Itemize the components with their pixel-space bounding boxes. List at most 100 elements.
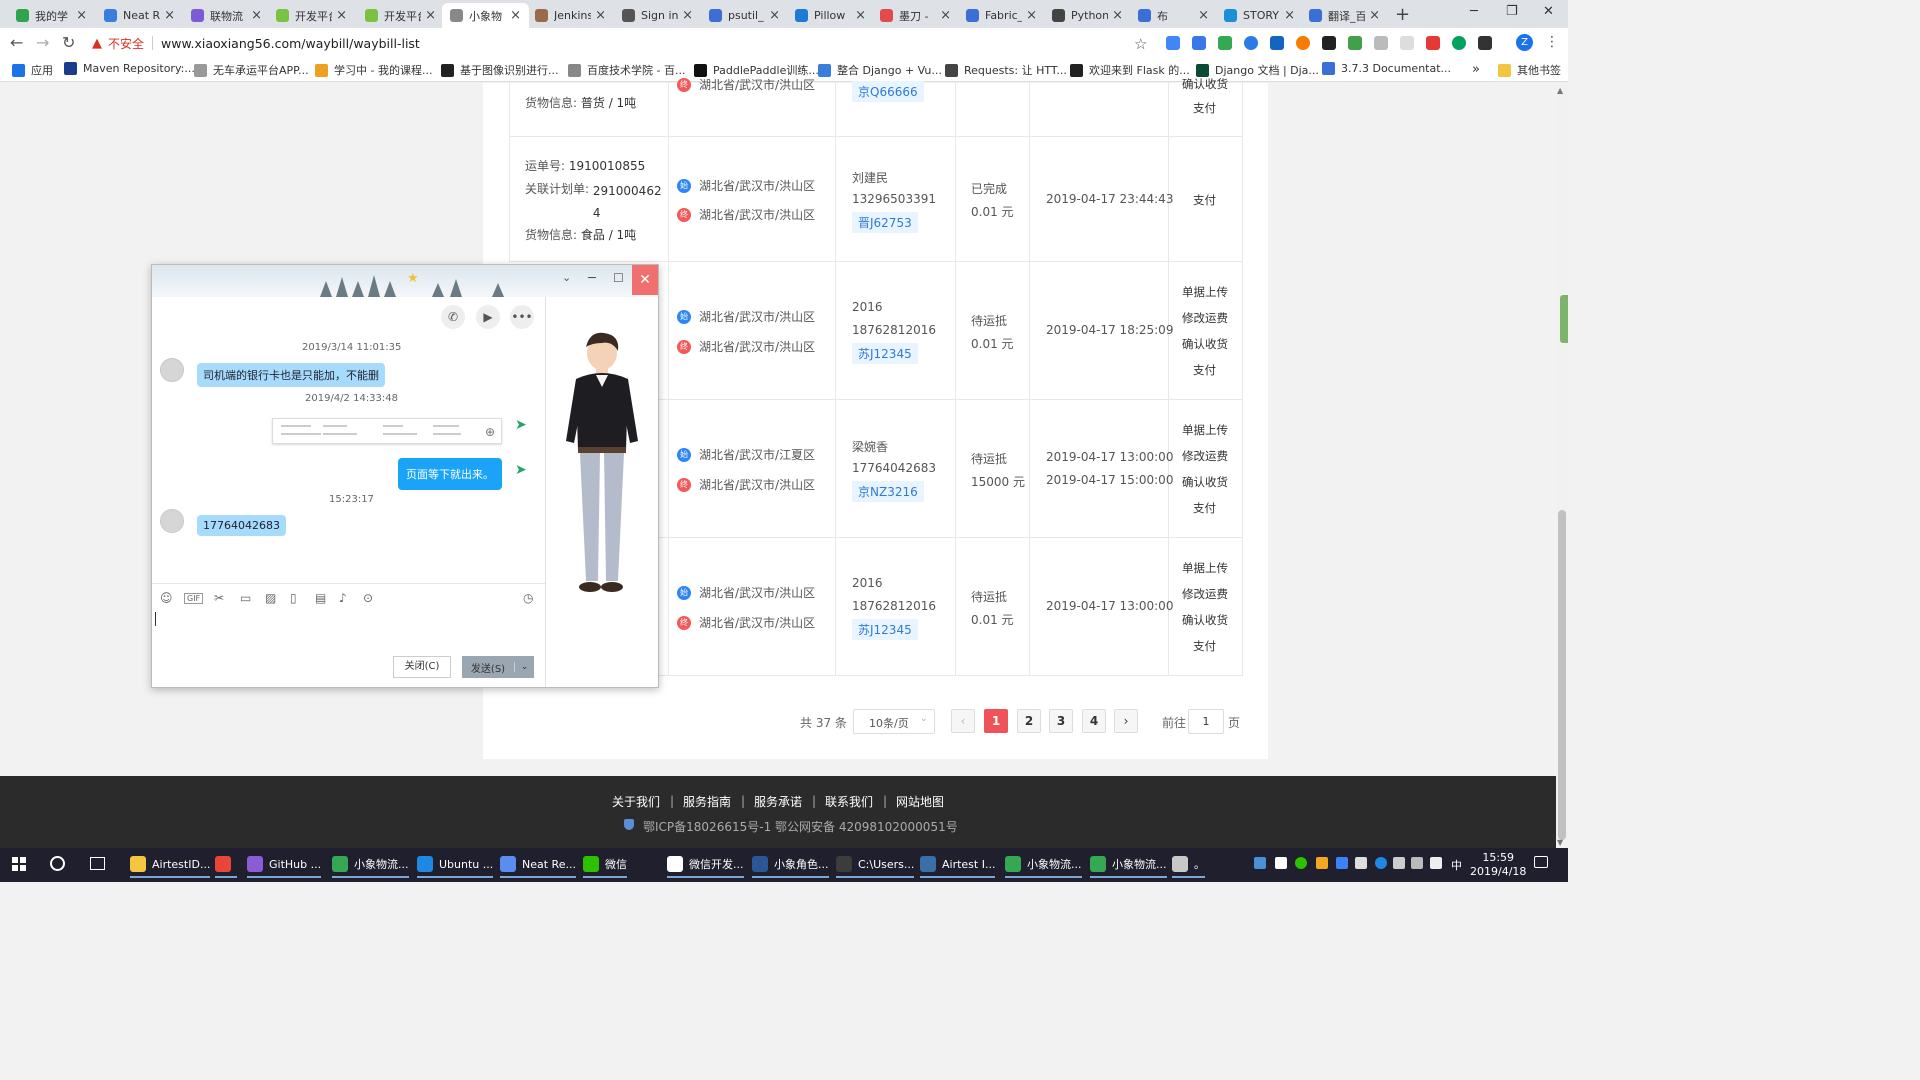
extension-icon[interactable] <box>1478 36 1492 50</box>
tab-close-icon[interactable]: × <box>682 8 693 23</box>
tab-close-icon[interactable]: × <box>1284 8 1295 23</box>
tab-close-icon[interactable]: × <box>76 8 87 23</box>
gif-icon[interactable]: GIF <box>184 593 204 604</box>
minimize-icon[interactable]: ─ <box>588 271 596 286</box>
shake-icon[interactable]: ▯ <box>290 591 297 605</box>
video-icon[interactable]: ▶ <box>476 305 500 329</box>
image-message[interactable]: ⊕ <box>272 418 502 444</box>
tab-close-icon[interactable]: × <box>164 8 175 23</box>
taskbar-app[interactable]: 小象物流... <box>332 852 409 878</box>
bookmark-item[interactable]: 百度技术学院 - 百... <box>568 62 685 78</box>
tab-item[interactable]: STORY × <box>1216 3 1303 28</box>
phone-icon[interactable]: ✆ <box>441 305 465 329</box>
shield-icon[interactable] <box>1355 857 1367 869</box>
tab-item[interactable]: 布 × <box>1130 3 1217 28</box>
bookmark-item[interactable]: Requests: 让 HTT... <box>945 62 1067 78</box>
edit-freight-link[interactable]: 修改运费 <box>1182 310 1228 326</box>
other-bookmarks[interactable]: 其他书签 <box>1498 62 1561 78</box>
image-icon[interactable]: ▨ <box>265 591 276 605</box>
page-button-4[interactable]: 4 <box>1082 709 1106 733</box>
bookmark-item[interactable]: 3.7.3 Documentat... <box>1322 62 1451 75</box>
extension-icon[interactable] <box>1244 36 1258 50</box>
tab-item[interactable]: 联物流 × <box>183 3 270 28</box>
sitemap-link[interactable]: 网站地图 <box>896 793 944 810</box>
taskbar-app[interactable]: 小象物流... <box>1005 852 1082 878</box>
tab-item[interactable]: Pillow × <box>787 3 874 28</box>
system-clock[interactable]: 15:59 2019/4/18 <box>1470 851 1526 879</box>
tray-icon[interactable] <box>1254 857 1266 869</box>
extension-icon[interactable] <box>1270 36 1284 50</box>
page-button-2[interactable]: 2 <box>1017 709 1041 733</box>
translate-icon[interactable] <box>1192 36 1206 50</box>
tab-item[interactable]: Jenkins × <box>527 3 614 28</box>
tab-item[interactable]: 翻译_百 × <box>1301 3 1388 28</box>
pay-link[interactable]: 支付 <box>1193 192 1216 208</box>
service-promise-link[interactable]: 服务承诺 <box>754 793 802 810</box>
doc-icon[interactable]: ▤ <box>315 591 326 605</box>
edit-freight-link[interactable]: 修改运费 <box>1182 448 1228 464</box>
tab-close-icon[interactable]: × <box>595 8 606 23</box>
tab-close-icon[interactable]: × <box>336 8 347 23</box>
extension-icon[interactable] <box>1400 36 1414 50</box>
tab-item[interactable]: Python × <box>1044 3 1131 28</box>
new-tab-button[interactable]: + <box>1395 4 1410 25</box>
tab-item[interactable]: psutil_ × <box>701 3 788 28</box>
upload-docs-link[interactable]: 单据上传 <box>1182 284 1228 300</box>
goto-page-input[interactable]: 1 <box>1188 709 1224 734</box>
tab-close-icon[interactable]: × <box>940 8 951 23</box>
extension-icon[interactable] <box>1426 36 1440 50</box>
taskbar-app[interactable]: 小象角色... <box>752 852 829 878</box>
tab-close-icon[interactable]: × <box>510 8 521 23</box>
confirm-receipt-link[interactable]: 确认收货 <box>1182 336 1228 352</box>
tab-close-icon[interactable]: × <box>425 8 436 23</box>
bookmark-item[interactable]: 学习中 - 我的课程... <box>315 62 432 78</box>
scroll-down-arrow-icon[interactable]: ▼ <box>1557 838 1563 847</box>
more-bookmarks-button[interactable]: » <box>1472 62 1480 77</box>
tab-item[interactable]: 墨刀 - × <box>872 3 959 28</box>
minimize-window-button[interactable]: ─ <box>1470 4 1478 19</box>
tab-close-icon[interactable]: × <box>855 8 866 23</box>
service-guide-link[interactable]: 服务指南 <box>683 793 731 810</box>
about-us-link[interactable]: 关于我们 <box>612 793 660 810</box>
network-icon[interactable] <box>1411 857 1423 869</box>
next-page-button[interactable]: › <box>1114 709 1138 733</box>
tab-close-icon[interactable]: × <box>1026 8 1037 23</box>
tab-item[interactable]: 我的学 × <box>8 3 95 28</box>
address-bar[interactable]: ▲ 不安全 www.xiaoxiang56.com/waybill/waybil… <box>88 32 1158 54</box>
close-icon[interactable]: ✕ <box>632 265 658 295</box>
bookmark-item[interactable]: 基于图像识别进行... <box>441 62 559 78</box>
tab-close-icon[interactable]: × <box>1369 8 1380 23</box>
taskbar-app[interactable]: 小象物流... <box>1090 852 1167 878</box>
contact-us-link[interactable]: 联系我们 <box>825 793 873 810</box>
chevron-down-icon[interactable]: ⌄ <box>562 271 571 284</box>
text-cursor[interactable] <box>155 612 156 626</box>
network-icon[interactable] <box>1393 857 1405 869</box>
pay-link[interactable]: 支付 <box>1193 638 1216 654</box>
page-button-3[interactable]: 3 <box>1049 709 1073 733</box>
avatar[interactable] <box>160 358 184 382</box>
close-chat-button[interactable]: 关闭(C) <box>393 656 451 678</box>
tab-item[interactable]: Fabric_ × <box>958 3 1045 28</box>
taskbar-app[interactable]: AirtestID... <box>130 852 211 878</box>
bookmark-item[interactable]: 整合 Django + Vu... <box>818 62 942 78</box>
task-view-icon[interactable] <box>90 857 105 870</box>
bookmark-item[interactable]: 欢迎来到 Flask 的... <box>1070 62 1190 78</box>
edit-freight-link[interactable]: 修改运费 <box>1182 586 1228 602</box>
confirm-receipt-link[interactable]: 确认收货 <box>1182 474 1228 490</box>
emoji-icon[interactable]: ☺ <box>160 591 173 605</box>
bookmark-item[interactable]: Maven Repository:... <box>64 62 195 75</box>
windows-start-icon[interactable] <box>12 857 26 871</box>
prev-page-button[interactable]: ‹ <box>951 709 975 733</box>
pay-link[interactable]: 支付 <box>1193 500 1216 516</box>
chat-title-bar[interactable]: ★ <box>152 265 658 297</box>
bookmark-item[interactable]: 无车承运平台APP... <box>194 62 309 78</box>
music-icon[interactable]: ♪ <box>339 591 347 605</box>
tab-item[interactable]: Sign in × <box>614 3 701 28</box>
notification-icon[interactable] <box>1534 856 1548 868</box>
tab-item[interactable]: Neat R × <box>96 3 183 28</box>
bluetooth-icon[interactable] <box>1375 857 1387 869</box>
tray-icon[interactable] <box>1336 857 1348 869</box>
chevron-down-icon[interactable]: ⌄ <box>514 662 534 672</box>
extension-icon[interactable] <box>1452 36 1466 50</box>
tab-item[interactable]: 开发平台 × <box>357 3 444 28</box>
